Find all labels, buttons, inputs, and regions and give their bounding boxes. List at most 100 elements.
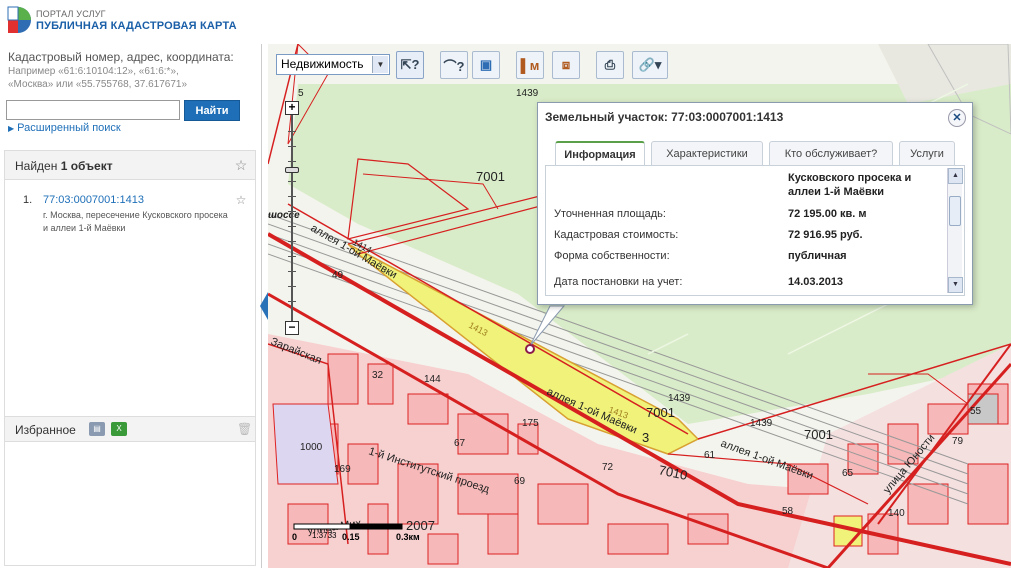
search-example-line2: «Москва» или «55.755768, 37.617671»: [8, 79, 188, 90]
favorites-header: Избранное ▤ X 🗑: [4, 416, 256, 442]
map-label: 140: [888, 508, 905, 519]
map-label: 3: [642, 430, 649, 445]
measure-length-button[interactable]: ▌м: [516, 51, 544, 79]
scroll-up-icon[interactable]: ▲: [948, 168, 963, 184]
favorites-label: Избранное: [15, 423, 76, 437]
map-info-icon: ▣: [479, 57, 493, 72]
scale-label-mid: 0.15: [342, 532, 360, 542]
scale-ratio: 1:3733: [312, 531, 337, 540]
tab-who-serves[interactable]: Кто обслуживает?: [769, 141, 893, 166]
result-address: г. Москва, пересечение Кусковского просе…: [43, 210, 228, 233]
zoom-tick: [288, 301, 296, 302]
layer-select-value: Недвижимость: [281, 57, 364, 71]
print-button[interactable]: ⎙: [596, 51, 624, 79]
found-prefix: Найден: [15, 159, 61, 173]
ownership-label: Форма собственности:: [554, 250, 670, 262]
printer-icon: ⎙: [604, 57, 616, 72]
zoom-in-button[interactable]: +: [285, 101, 299, 115]
map-label: 1000: [300, 442, 323, 453]
result-cadastral-link[interactable]: 77:03:0007001:1413: [43, 194, 144, 206]
results-count: Найден 1 объект: [15, 159, 113, 173]
map-label: 1439: [750, 418, 773, 429]
map-label: 49: [332, 270, 344, 281]
zoom-tick: [288, 196, 296, 197]
popup-title: Земельный участок: 77:03:0007001:1413: [545, 110, 784, 124]
chevron-down-icon: ▼: [372, 56, 388, 73]
registration-date-label: Дата постановки на учет:: [554, 276, 683, 288]
map-label: 175: [522, 418, 539, 429]
address-value-line2: аллеи 1-й Маёвки: [788, 186, 885, 198]
zoom-control: + −: [285, 101, 299, 336]
export-pdf-icon[interactable]: ▤: [89, 422, 105, 436]
result-star-icon[interactable]: ☆: [233, 192, 249, 208]
advanced-search-label: Расширенный поиск: [17, 122, 121, 134]
map-label: 144: [424, 374, 441, 385]
zoom-out-button[interactable]: −: [285, 321, 299, 335]
results-header: Найден 1 объект ☆: [4, 150, 256, 180]
measure-area-button[interactable]: ⧈: [552, 51, 580, 79]
zoom-tick: [288, 241, 296, 242]
close-icon[interactable]: ✕: [948, 109, 966, 127]
map-label: 58: [782, 506, 794, 517]
zoom-tick: [288, 271, 296, 272]
export-excel-icon[interactable]: X: [111, 422, 127, 436]
location-pin-icon[interactable]: [525, 344, 535, 354]
zoom-tick: [288, 131, 296, 132]
search-input[interactable]: [6, 100, 180, 120]
portal-logo-icon[interactable]: [4, 3, 32, 37]
tab-characteristics[interactable]: Характеристики: [651, 141, 763, 166]
tab-services[interactable]: Услуги: [899, 141, 955, 166]
popup-body: Кусковского просека и аллеи 1-й Маёвки У…: [545, 165, 965, 296]
zoom-tick: [288, 161, 296, 162]
map-label: 1439: [516, 88, 539, 99]
zoom-slider-thumb[interactable]: [285, 167, 299, 173]
identify-area-button[interactable]: ⌒?: [440, 51, 468, 79]
parcel-info-popup: Земельный участок: 77:03:0007001:1413 ✕ …: [537, 102, 973, 305]
scrollbar-thumb[interactable]: [949, 196, 961, 226]
info-button[interactable]: ▣: [472, 51, 500, 79]
map-label: 79: [952, 436, 964, 447]
map-label: 7001: [646, 405, 675, 420]
cadastral-cost-label: Кадастровая стоимость:: [554, 229, 679, 241]
identify-cursor-button[interactable]: ⇱?: [396, 51, 424, 79]
map-label: 32: [372, 370, 384, 381]
portal-subtitle[interactable]: ПУБЛИЧНАЯ КАДАСТРОВАЯ КАРТА: [36, 20, 237, 32]
map-label: 67: [454, 438, 466, 449]
result-number: 1.: [23, 194, 33, 206]
tab-information[interactable]: Информация: [555, 141, 645, 167]
cursor-question-icon: ⇱?: [400, 57, 420, 72]
registration-date-value: 14.03.2013: [788, 276, 844, 288]
advanced-search-link[interactable]: ▶ Расширенный поиск: [8, 122, 121, 134]
cadastral-cost-value: 72 916.95 руб.: [788, 229, 863, 241]
header: ПОРТАЛ УСЛУГ ПУБЛИЧНАЯ КАДАСТРОВАЯ КАРТА: [0, 0, 1011, 44]
search-button[interactable]: Найти: [184, 100, 240, 121]
address-value-line1: Кусковского просека и: [788, 172, 912, 184]
link-button[interactable]: 🔗▾: [632, 51, 668, 79]
scale-label-end: 0.3км: [396, 532, 420, 542]
zoom-tick: [288, 286, 296, 287]
map-label: 169: [334, 464, 351, 475]
portal-title: ПОРТАЛ УСЛУГ: [36, 9, 106, 19]
zoom-tick: [288, 211, 296, 212]
lasso-question-icon: ⌒?: [443, 58, 465, 74]
ownership-value: публичная: [788, 250, 847, 262]
map-label: 65: [842, 468, 854, 479]
zoom-tick: [288, 226, 296, 227]
left-panel: Кадастровый номер, адрес, координата: На…: [0, 44, 262, 568]
ruler-icon: ▌м: [520, 57, 540, 73]
popup-scrollbar[interactable]: ▲ ▼: [947, 168, 963, 293]
layer-select[interactable]: Недвижимость ▼: [276, 54, 390, 75]
scroll-down-icon[interactable]: ▼: [948, 277, 963, 293]
map-label: 7001: [476, 169, 505, 184]
list-item: 1. 77:03:0007001:1413 г. Москва, пересеч…: [4, 180, 256, 416]
star-icon[interactable]: ☆: [233, 157, 249, 173]
map-label: 55: [970, 406, 982, 417]
zoom-tick: [288, 146, 296, 147]
favorites-area: [4, 442, 256, 566]
area-measure-icon: ⧈: [561, 57, 571, 72]
map-label: 7001: [804, 427, 833, 442]
scale-bar: 0 0.15 0.3км 1:3733: [292, 522, 432, 546]
trash-icon[interactable]: 🗑: [237, 422, 252, 436]
found-count: 1 объект: [60, 159, 113, 173]
expand-triangle-icon: ▶: [8, 124, 15, 133]
